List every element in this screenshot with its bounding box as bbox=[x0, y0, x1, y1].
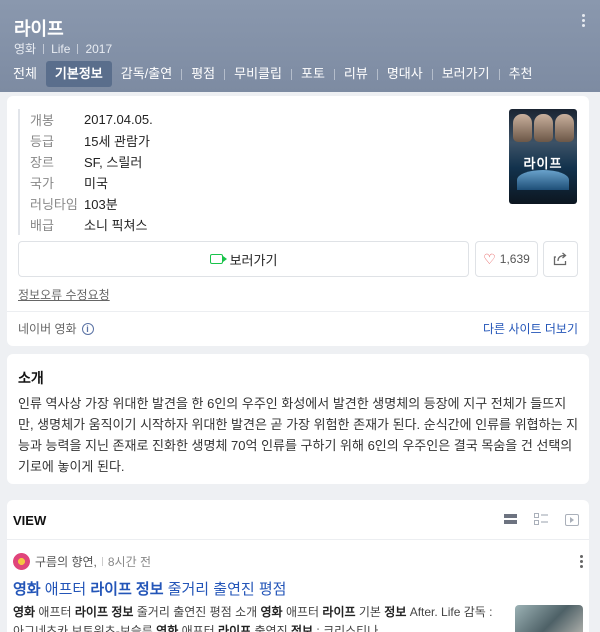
snippet-part: 정보 bbox=[290, 624, 314, 632]
meta-separator bbox=[77, 43, 79, 54]
info-value: 15세 관람가 bbox=[84, 134, 150, 149]
heart-icon: ♡ bbox=[483, 250, 496, 267]
other-sites-link[interactable]: 다른 사이트 더보기 bbox=[483, 320, 578, 337]
like-button[interactable]: ♡ 1,639 bbox=[475, 241, 538, 277]
post-time: 8시간 전 bbox=[107, 555, 152, 569]
post-more-icon[interactable] bbox=[580, 555, 583, 568]
info-key: 개봉 bbox=[30, 113, 54, 128]
movie-poster[interactable]: 라이프 bbox=[509, 109, 577, 204]
info-value: SF, 스릴러 bbox=[84, 155, 143, 170]
poster-cast-faces bbox=[513, 114, 574, 142]
tab-recommend[interactable]: 추천 bbox=[500, 61, 542, 87]
meta-category: 영화 bbox=[14, 42, 37, 56]
tab-cast[interactable]: 감독/출연 bbox=[112, 61, 181, 87]
watch-button-label: 보러가기 bbox=[229, 252, 278, 268]
snippet-part: 줄거리 출연진 평점 소개 bbox=[133, 605, 261, 619]
info-value: 미국 bbox=[84, 176, 108, 191]
image-view-icon[interactable] bbox=[534, 513, 548, 526]
meta-separator bbox=[43, 43, 45, 54]
info-key: 배급 bbox=[30, 218, 54, 233]
snippet-part: 출연진 bbox=[251, 624, 291, 632]
more-options-icon[interactable] bbox=[582, 14, 586, 27]
snippet-part: 라이프 정보 bbox=[74, 605, 134, 619]
snippet-part: 애프터 bbox=[282, 605, 323, 619]
movie-meta: 영화 Life 2017 bbox=[14, 40, 112, 57]
intro-title: 소개 bbox=[18, 370, 44, 386]
meta-year: 2017 bbox=[85, 41, 113, 56]
movie-header: 라이프 영화 Life 2017 전체 기본정보 감독/출연 평점 무비클립 포… bbox=[0, 0, 600, 92]
snippet-part: 애프터 bbox=[35, 605, 75, 619]
snippet-part: 정보 bbox=[384, 605, 407, 619]
info-row-country: 국가 미국 bbox=[30, 172, 153, 193]
post-author[interactable]: 구름의 향연, 8시간 전 bbox=[13, 553, 151, 570]
view-section: VIEW 구름의 향연, 8시간 전 영화 애프터 라이프 정보 줄거리 출연진… bbox=[7, 500, 589, 632]
tab-photo[interactable]: 포토 bbox=[292, 61, 334, 87]
info-value: 103분 bbox=[84, 197, 118, 212]
tab-all[interactable]: 전체 bbox=[0, 61, 46, 87]
tab-bar: 전체 기본정보 감독/출연 평점 무비클립 포토 리뷰 명대사 보러가기 추천 bbox=[0, 61, 541, 87]
meta-original-title: Life bbox=[51, 41, 71, 56]
title-part: 영화 bbox=[13, 581, 41, 598]
info-value: 2017.04.05. bbox=[84, 112, 153, 127]
video-view-icon[interactable] bbox=[565, 513, 579, 526]
snippet-part: 영화 bbox=[156, 624, 179, 632]
divider bbox=[7, 539, 589, 540]
tab-basic-info[interactable]: 기본정보 bbox=[45, 61, 112, 87]
video-play-icon bbox=[209, 254, 227, 264]
info-row-runtime: 러닝타임 103분 bbox=[30, 193, 153, 214]
poster-planet bbox=[517, 170, 569, 190]
divider bbox=[7, 311, 589, 312]
info-row-genre: 장르 SF, 스릴러 bbox=[30, 151, 153, 172]
tab-rating[interactable]: 평점 bbox=[182, 61, 224, 87]
report-error-link[interactable]: 정보오류 수정요청 bbox=[18, 286, 110, 303]
synopsis-text: 인류 역사상 가장 위대한 발견을 한 6인의 우주인 화성에서 발견한 생명체… bbox=[18, 396, 579, 474]
title-part: 라이프 정보 bbox=[90, 581, 164, 598]
info-key: 러닝타임 bbox=[30, 197, 78, 212]
title-part: 애프터 bbox=[40, 581, 91, 598]
info-icon[interactable]: i bbox=[81, 322, 94, 335]
separator bbox=[101, 557, 103, 566]
share-button[interactable] bbox=[543, 241, 578, 277]
info-row-release: 개봉 2017.04.05. bbox=[30, 109, 153, 130]
snippet-part: : 크리스티나 bbox=[313, 624, 379, 632]
snippet-part: 애프터 bbox=[178, 624, 219, 632]
basic-info-card: 개봉 2017.04.05. 등급 15세 관람가 장르 SF, 스릴러 국가 미국 러… bbox=[7, 96, 589, 346]
info-key: 국가 bbox=[30, 176, 54, 191]
snippet-part: 기본 bbox=[355, 605, 385, 619]
source-label: 네이버 영화 i bbox=[18, 320, 94, 337]
view-mode-switch bbox=[504, 513, 579, 526]
author-name: 구름의 향연, bbox=[35, 555, 97, 569]
snippet-part: 라이프 bbox=[218, 624, 252, 632]
watch-button[interactable]: 보러가기 bbox=[18, 241, 469, 277]
snippet-part: 영화 bbox=[13, 605, 36, 619]
title-part: 줄거리 출연진 평점 bbox=[163, 581, 287, 598]
avatar bbox=[13, 553, 30, 570]
movie-title: 라이프 bbox=[14, 19, 64, 39]
list-view-icon[interactable] bbox=[504, 513, 517, 526]
tab-quotes[interactable]: 명대사 bbox=[378, 61, 432, 87]
info-value: 소니 픽쳐스 bbox=[84, 218, 148, 233]
source-text: 네이버 영화 bbox=[18, 322, 77, 336]
post-thumbnail[interactable] bbox=[515, 605, 583, 632]
info-row-distributor: 배급 소니 픽쳐스 bbox=[30, 214, 153, 235]
tab-review[interactable]: 리뷰 bbox=[335, 61, 377, 87]
info-list: 개봉 2017.04.05. 등급 15세 관람가 장르 SF, 스릴러 국가 미국 러… bbox=[18, 109, 153, 235]
intro-card: 소개 인류 역사상 가장 위대한 발견을 한 6인의 우주인 화성에서 발견한 … bbox=[7, 354, 589, 484]
snippet-part: 영화 bbox=[260, 605, 283, 619]
like-count: 1,639 bbox=[499, 252, 530, 266]
share-icon bbox=[553, 252, 567, 266]
tab-movie-clip[interactable]: 무비클립 bbox=[225, 61, 291, 87]
snippet-part: 라이프 bbox=[322, 605, 356, 619]
post-title-link[interactable]: 영화 애프터 라이프 정보 줄거리 출연진 평점 bbox=[13, 578, 286, 599]
info-key: 등급 bbox=[30, 134, 54, 149]
view-title: VIEW bbox=[13, 513, 47, 528]
tab-watch[interactable]: 보러가기 bbox=[433, 61, 499, 87]
info-key: 장르 bbox=[30, 155, 54, 170]
info-row-rating-grade: 등급 15세 관람가 bbox=[30, 130, 153, 151]
post-snippet[interactable]: 영화 애프터 라이프 정보 줄거리 출연진 평점 소개 영화 애프터 라이프 기… bbox=[13, 603, 500, 632]
